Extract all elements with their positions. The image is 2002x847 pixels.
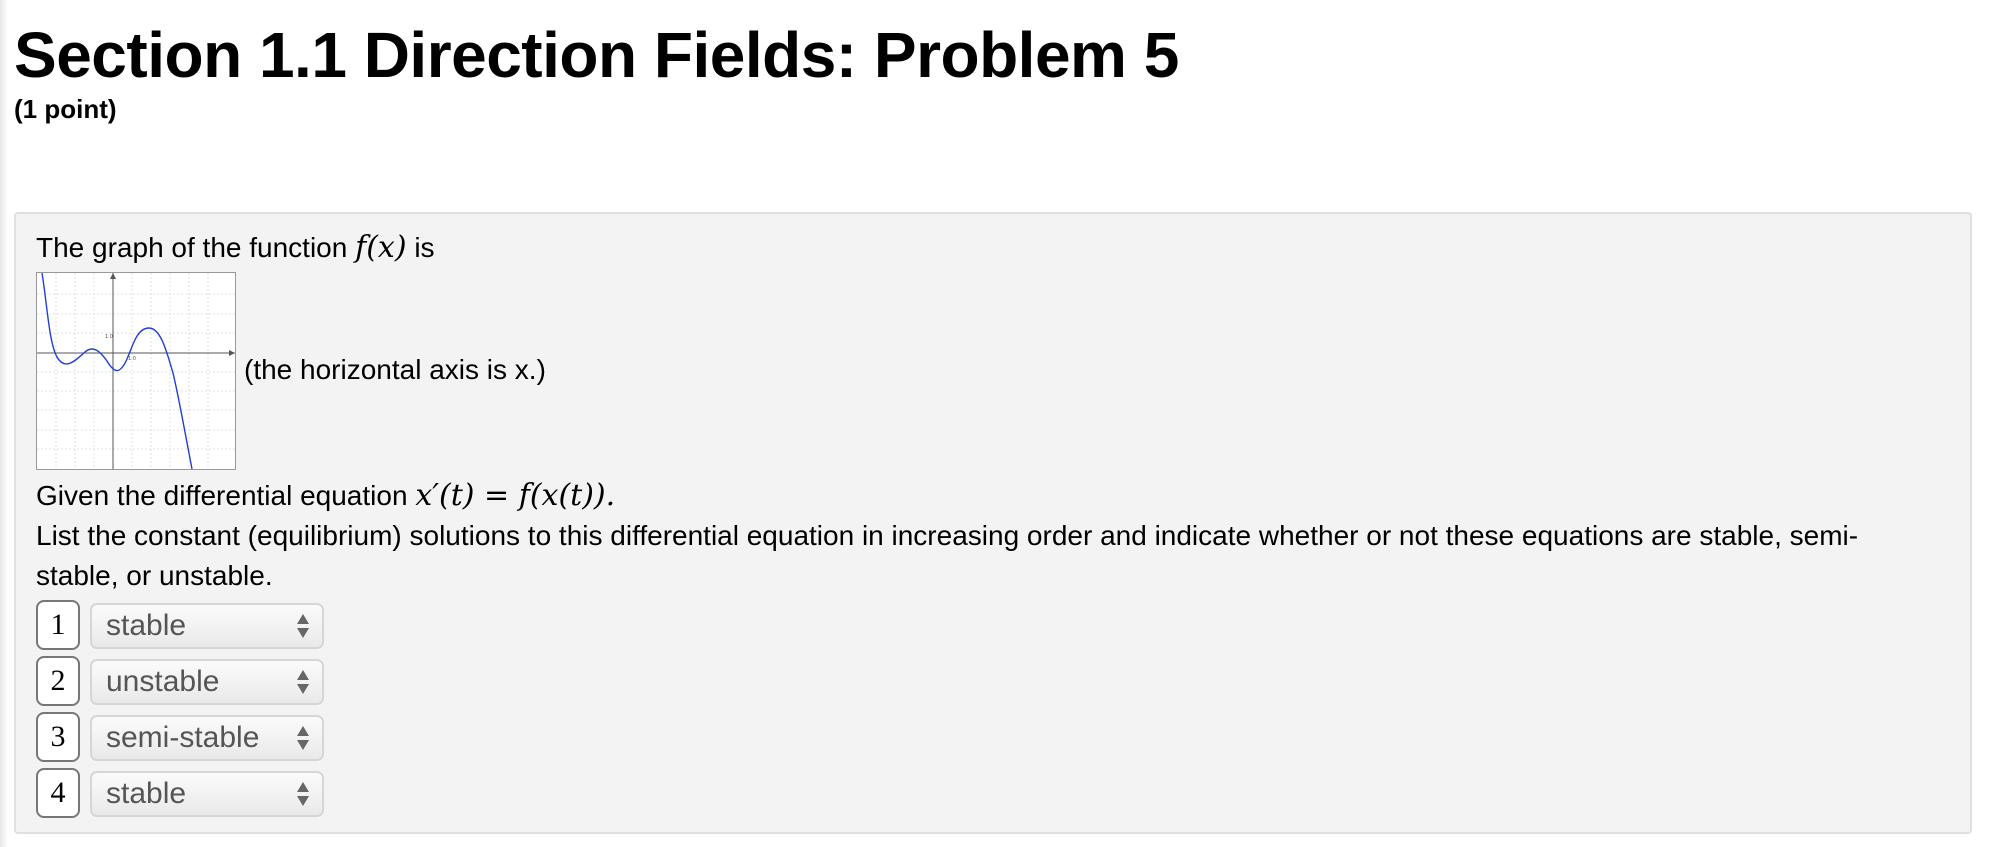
select-arrows-icon	[297, 782, 309, 806]
points-label: (1 point)	[14, 94, 117, 124]
x-axis-arrow	[229, 350, 235, 356]
answer-number-1: 1	[36, 600, 80, 650]
instruction-line-2: stable, or unstable.	[36, 560, 273, 591]
graph-caption: (the horizontal axis is x.)	[244, 354, 546, 385]
select-arrows-icon	[297, 670, 309, 694]
x-tick-label: 1.0	[128, 356, 136, 362]
intro-math: f(x)	[355, 230, 407, 265]
stability-select-2[interactable]: unstable	[90, 659, 324, 705]
page-title: Section 1.1 Direction Fields: Problem 5	[14, 19, 1179, 91]
window-edge	[0, 0, 8, 847]
given-math: x′(t) = f(x(t)).	[415, 478, 616, 513]
intro-line: The graph of the function f(x) is	[36, 230, 435, 266]
select-arrows-icon	[297, 726, 309, 750]
graph-svg: 1.0 1.0	[37, 273, 235, 469]
graph-grid	[37, 273, 235, 469]
problem-panel: The graph of the function f(x) is 1.0 1.…	[14, 212, 1972, 834]
page: Section 1.1 Direction Fields: Problem 5 …	[0, 0, 2002, 847]
stability-select-3[interactable]: semi-stable	[90, 715, 324, 761]
stability-select-value-1: stable	[106, 609, 187, 642]
intro-suffix: is	[414, 232, 435, 263]
stability-select-1[interactable]: stable	[90, 603, 324, 649]
given-line: Given the differential equation x′(t) = …	[36, 478, 615, 514]
stability-select-value-3: semi-stable	[106, 721, 260, 754]
answer-number-3: 3	[36, 712, 80, 762]
instruction-line-1: List the constant (equilibrium) solution…	[36, 520, 1859, 551]
function-graph: 1.0 1.0	[36, 272, 236, 470]
stability-select-4[interactable]: stable	[90, 771, 324, 817]
intro-text: The graph of the function	[36, 232, 348, 263]
y-axis-arrow	[110, 273, 116, 279]
y-tick-label: 1.0	[105, 334, 113, 340]
answer-number-4: 4	[36, 768, 80, 818]
stability-select-value-2: unstable	[106, 665, 220, 698]
answer-number-2: 2	[36, 656, 80, 706]
given-text: Given the differential equation	[36, 480, 408, 511]
stability-select-value-4: stable	[106, 777, 187, 810]
select-arrows-icon	[297, 614, 309, 638]
